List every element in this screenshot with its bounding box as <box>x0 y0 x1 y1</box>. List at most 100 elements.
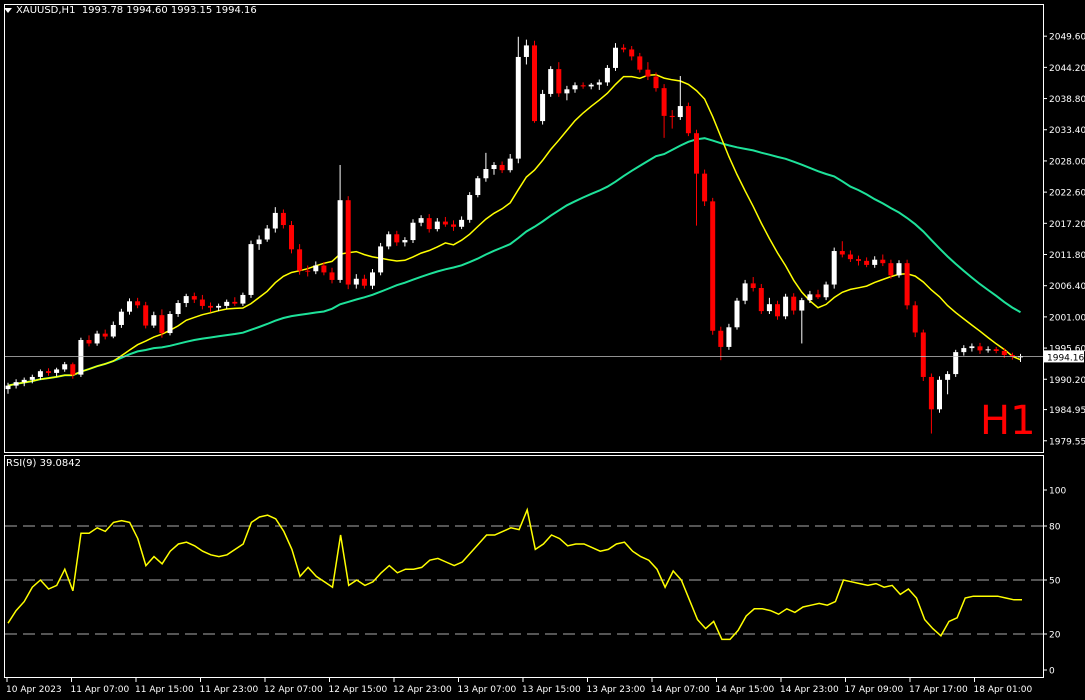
candle-body <box>831 251 837 285</box>
price-chart[interactable]: 1994.16 2049.60 2044.20 2038.80 2033.40 2028.… <box>0 0 1085 700</box>
time-tick-label: 14 Apr 23:00 <box>780 685 839 695</box>
candle-body <box>856 259 861 261</box>
candle-body <box>669 115 675 118</box>
time-tick-label: 11 Apr 15:00 <box>135 685 194 695</box>
price-tick-label: 1990.20 <box>1049 376 1085 386</box>
candle-body <box>945 374 951 380</box>
candle-body <box>191 296 197 300</box>
candle-body <box>46 371 51 373</box>
time-tick-label: 18 Apr 01:00 <box>974 685 1033 695</box>
candle-body <box>5 385 11 390</box>
symbol-header[interactable]: XAUUSD,H1 1993.78 1994.60 1993.15 1994.1… <box>4 5 257 16</box>
candle-body <box>920 332 926 377</box>
candle <box>953 349 959 377</box>
candle-body <box>248 244 254 295</box>
candle-body <box>629 49 635 57</box>
candle <box>467 192 473 223</box>
candle-body <box>1001 350 1007 356</box>
candle <box>289 221 294 254</box>
candle <box>410 219 416 243</box>
candle-body <box>127 301 132 312</box>
dropdown-arrow-icon[interactable] <box>4 7 12 13</box>
candle-body <box>329 272 335 280</box>
candle-body <box>370 272 375 286</box>
candle-body <box>645 69 651 77</box>
candle <box>726 323 732 350</box>
candle-body <box>839 251 845 255</box>
candle-body <box>451 224 456 227</box>
candle-body <box>653 76 659 89</box>
candle-body <box>710 201 716 331</box>
candle-body <box>572 85 578 90</box>
candle <box>475 175 481 198</box>
rsi-tick-label: 50 <box>1049 577 1061 587</box>
candle-body <box>151 315 157 326</box>
candle-body <box>467 195 473 220</box>
candle-body <box>515 56 521 159</box>
candle-body <box>540 93 546 122</box>
candle-body <box>13 382 19 386</box>
candle-body <box>791 296 797 311</box>
candle-body <box>847 254 853 260</box>
price-tick-label: 2033.40 <box>1049 126 1085 136</box>
time-tick-label: 11 Apr 23:00 <box>200 685 259 695</box>
time-tick-label: 17 Apr 09:00 <box>845 685 904 695</box>
candle-body <box>507 158 513 171</box>
candle-body <box>280 212 286 226</box>
candle-body <box>305 270 311 272</box>
candle-body <box>556 69 562 94</box>
time-tick-label: 14 Apr 07:00 <box>651 685 710 695</box>
candle <box>758 283 764 314</box>
time-tick-label: 11 Apr 07:00 <box>71 685 130 695</box>
price-tick-label: 1979.55 <box>1049 437 1085 447</box>
candle <box>548 66 554 97</box>
candle <box>345 196 351 290</box>
time-tick-label: 14 Apr 15:00 <box>716 685 775 695</box>
candle-body <box>799 300 805 311</box>
candle-body <box>532 45 537 122</box>
candle-body <box>807 294 813 301</box>
time-tick-label: 13 Apr 23:00 <box>587 685 646 695</box>
candle <box>702 169 708 206</box>
candle <box>685 102 691 137</box>
candle-body <box>523 45 529 57</box>
candle-body <box>661 88 667 116</box>
candle <box>783 293 789 320</box>
candle-body <box>426 218 432 230</box>
candle-body <box>410 222 416 241</box>
candle-body <box>62 364 68 370</box>
price-tick-label: 2044.20 <box>1049 64 1085 74</box>
time-tick-label: 13 Apr 07:00 <box>458 685 517 695</box>
candle-body <box>677 106 683 118</box>
candle-body <box>580 85 586 87</box>
candle-body <box>394 234 400 243</box>
price-tick-label: 2011.80 <box>1049 251 1085 261</box>
candle-body <box>475 178 481 196</box>
candle-body <box>216 305 222 308</box>
candle-body <box>54 369 60 373</box>
candle-body <box>459 219 465 227</box>
candle-body <box>297 249 303 271</box>
candle <box>920 329 926 381</box>
candle-body <box>888 263 894 276</box>
price-tick-label: 1984.95 <box>1049 406 1085 416</box>
candle-body <box>872 259 878 265</box>
current-price-label: 1994.16 <box>1047 353 1084 363</box>
rsi-tick-label: 100 <box>1049 487 1066 497</box>
price-tick-label: 1995.60 <box>1049 345 1085 355</box>
candle <box>734 297 740 330</box>
candle-body <box>434 221 440 230</box>
candle-body <box>564 89 570 94</box>
price-tick-label: 2006.40 <box>1049 282 1085 292</box>
candle-body <box>442 221 448 225</box>
candle-body <box>86 339 92 344</box>
candle-body <box>604 67 610 83</box>
candle-body <box>969 346 975 349</box>
time-tick-label: 12 Apr 07:00 <box>264 685 323 695</box>
candle-body <box>750 283 756 289</box>
candle-body <box>135 301 141 306</box>
rsi-tick-label: 0 <box>1049 667 1055 677</box>
candle-body <box>264 228 270 240</box>
candle-body <box>337 200 343 280</box>
candle <box>540 89 546 125</box>
